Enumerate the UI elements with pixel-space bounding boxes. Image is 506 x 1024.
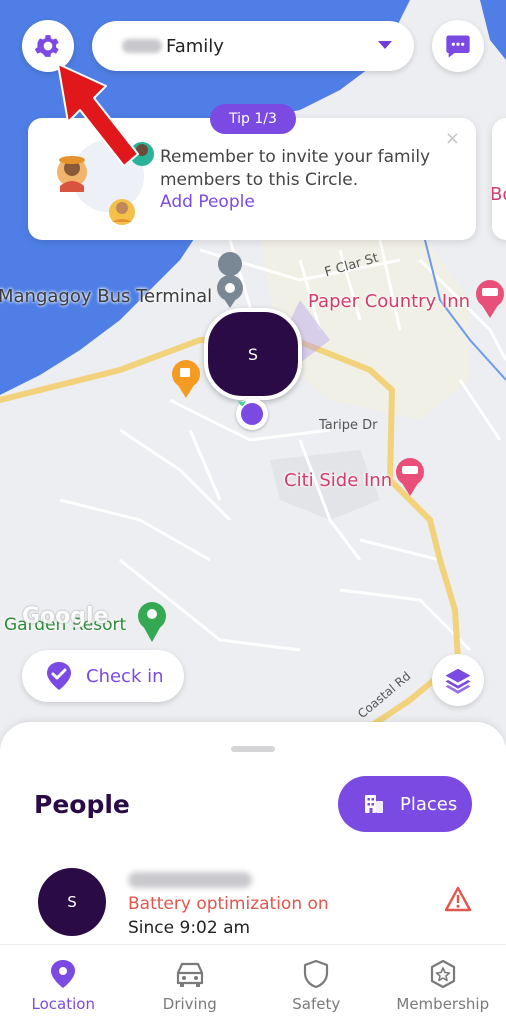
marker-initial: S bbox=[247, 344, 259, 364]
star-badge-icon bbox=[430, 959, 455, 989]
car-icon bbox=[176, 962, 203, 987]
nav-item-location[interactable]: Location bbox=[0, 945, 127, 1024]
member-location-dot[interactable] bbox=[236, 398, 268, 430]
nav-item-driving[interactable]: Driving bbox=[127, 945, 254, 1024]
location-pin-icon bbox=[51, 960, 76, 988]
nav-label-driving: Driving bbox=[162, 995, 217, 1013]
map-label-paper-country-inn[interactable]: Paper Country Inn bbox=[308, 291, 470, 312]
map-label-street-taripe: Taripe Dr bbox=[319, 418, 378, 433]
map-label-bus-terminal[interactable]: Mangagoy Bus Terminal bbox=[0, 286, 212, 307]
check-pin-icon bbox=[47, 662, 71, 690]
chevron-down-icon bbox=[378, 41, 392, 49]
nav-item-safety[interactable]: Safety bbox=[253, 945, 380, 1024]
close-icon[interactable]: × bbox=[445, 128, 460, 149]
places-label: Places bbox=[400, 793, 458, 815]
tip-message: Remember to invite your family members t… bbox=[160, 147, 431, 190]
red-arrow-annotation bbox=[57, 63, 139, 167]
shield-icon bbox=[304, 959, 329, 989]
blurred-member-name bbox=[128, 872, 252, 888]
places-button[interactable]: Places bbox=[338, 776, 472, 832]
next-tip-card[interactable]: Bo bbox=[492, 118, 506, 240]
check-in-button[interactable]: Check in bbox=[22, 650, 184, 702]
messages-button[interactable] bbox=[432, 20, 484, 72]
member-status: Battery optimization on bbox=[128, 894, 329, 914]
member-map-marker[interactable]: S bbox=[204, 308, 302, 400]
location-dot-icon bbox=[238, 400, 263, 425]
check-in-label: Check in bbox=[86, 665, 164, 687]
member-since: Since 9:02 am bbox=[128, 918, 251, 938]
app-screen: Mangagoy Bus Terminal Paper Country Inn … bbox=[0, 0, 506, 1024]
next-tip-card-text: Bo bbox=[492, 184, 506, 205]
nav-label-membership: Membership bbox=[396, 995, 490, 1013]
google-watermark: Google bbox=[22, 604, 109, 629]
tip-step-badge: Tip 1/3 bbox=[210, 104, 296, 134]
sheet-drag-handle[interactable] bbox=[231, 746, 275, 752]
nav-label-location: Location bbox=[31, 995, 95, 1013]
map-layers-button[interactable] bbox=[432, 654, 484, 706]
add-people-link[interactable]: Add People bbox=[160, 192, 255, 212]
circle-name: Family bbox=[166, 35, 224, 57]
avatar-initial: S bbox=[67, 893, 77, 911]
chat-bubble-icon bbox=[446, 35, 470, 58]
bottom-navigation: Location Driving Safety Membership bbox=[0, 944, 506, 1024]
blurred-owner-name bbox=[122, 39, 162, 53]
nav-label-safety: Safety bbox=[292, 995, 341, 1013]
avatar[interactable]: S bbox=[38, 868, 106, 936]
building-icon bbox=[365, 795, 383, 813]
gear-icon bbox=[34, 35, 59, 57]
people-sheet[interactable]: People Places S Battery optimization on … bbox=[0, 722, 506, 952]
bus-terminal-pin bbox=[217, 252, 243, 308]
map-label-citi-side-inn[interactable]: Citi Side Inn bbox=[284, 470, 392, 491]
nav-item-membership[interactable]: Membership bbox=[380, 945, 506, 1024]
layers-icon bbox=[445, 668, 471, 694]
people-title: People bbox=[34, 790, 130, 819]
warning-icon[interactable] bbox=[444, 886, 472, 912]
